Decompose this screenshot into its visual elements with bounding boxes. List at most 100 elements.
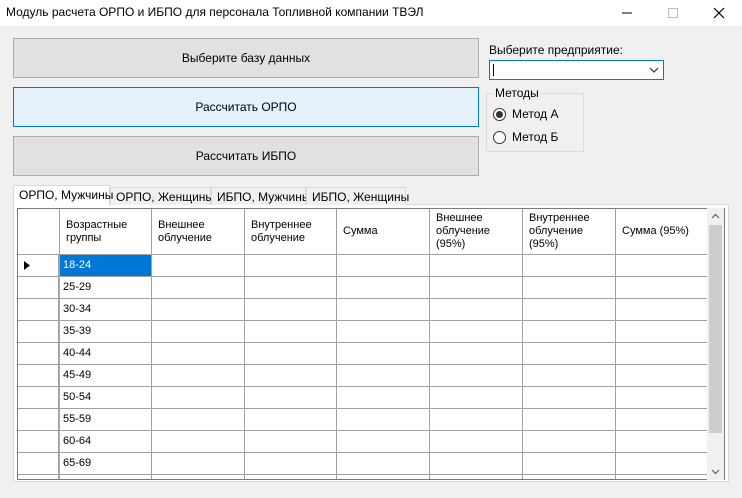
grid-cell[interactable] [152, 431, 245, 453]
age-group-cell[interactable]: 50-54 [60, 387, 152, 409]
close-button[interactable] [696, 0, 742, 26]
row-header[interactable] [18, 387, 59, 409]
vertical-scrollbar[interactable] [707, 208, 724, 480]
grid-cell[interactable] [337, 431, 430, 453]
age-group-cell[interactable]: 25-29 [60, 277, 152, 299]
grid-cell[interactable] [523, 475, 616, 479]
row-header[interactable] [18, 321, 59, 343]
grid-cell[interactable] [523, 387, 616, 409]
grid-cell[interactable] [245, 277, 337, 299]
grid-cell[interactable] [616, 431, 711, 453]
grid-cell[interactable] [245, 409, 337, 431]
scroll-down-icon[interactable] [711, 469, 720, 475]
grid-cell[interactable] [337, 409, 430, 431]
age-group-cell[interactable]: 60-64 [60, 431, 152, 453]
grid-cell[interactable] [523, 409, 616, 431]
column-header[interactable]: Внутреннее облучение (95%) [523, 209, 616, 255]
column-header[interactable]: Возрастные группы [60, 209, 152, 255]
grid-cell[interactable] [430, 365, 523, 387]
grid-cell[interactable] [430, 299, 523, 321]
grid-cell[interactable] [337, 343, 430, 365]
grid-cell[interactable] [337, 387, 430, 409]
grid-cell[interactable] [430, 475, 523, 479]
grid-cell[interactable] [245, 453, 337, 475]
maximize-button[interactable] [650, 0, 696, 26]
grid-cell[interactable] [523, 453, 616, 475]
grid-cell[interactable] [245, 365, 337, 387]
grid-cell[interactable] [245, 431, 337, 453]
grid-cell[interactable] [337, 277, 430, 299]
row-header[interactable] [18, 365, 59, 387]
grid-cell[interactable] [152, 343, 245, 365]
grid-cell[interactable] [616, 365, 711, 387]
grid-cell[interactable] [337, 299, 430, 321]
calculate-orpo-button[interactable]: Рассчитать ОРПО [13, 87, 479, 127]
grid-cell[interactable] [245, 321, 337, 343]
grid-cell[interactable] [523, 343, 616, 365]
row-header[interactable] [18, 453, 59, 475]
grid-cell[interactable] [616, 475, 711, 479]
method-b-radio[interactable]: Метод Б [493, 130, 558, 144]
row-header[interactable] [18, 409, 59, 431]
chevron-down-icon[interactable] [649, 66, 659, 74]
grid-cell[interactable] [616, 255, 711, 277]
grid-cell[interactable] [430, 321, 523, 343]
column-header[interactable]: Сумма (95%) [616, 209, 711, 255]
grid-cell[interactable] [616, 299, 711, 321]
row-header[interactable] [18, 299, 59, 321]
grid-cell[interactable] [245, 475, 337, 479]
grid-cell[interactable] [616, 453, 711, 475]
grid-cell[interactable] [152, 387, 245, 409]
radio-unchecked-icon[interactable] [493, 130, 506, 144]
column-header[interactable]: Внутреннее облучение [245, 209, 337, 255]
grid-cell[interactable] [152, 277, 245, 299]
grid-cell[interactable] [616, 387, 711, 409]
grid-cell[interactable] [430, 277, 523, 299]
grid-cell[interactable] [616, 409, 711, 431]
grid-cell[interactable] [430, 431, 523, 453]
scrollbar-thumb[interactable] [709, 225, 722, 433]
tab-ibpo-men[interactable]: ИБПО, Мужчины [211, 187, 311, 205]
grid-cell[interactable] [523, 321, 616, 343]
scroll-up-icon[interactable] [711, 213, 720, 219]
grid-cell[interactable] [616, 343, 711, 365]
grid-cell[interactable] [152, 475, 245, 479]
tab-ibpo-women[interactable]: ИБПО, Женщины [306, 187, 409, 205]
age-group-cell[interactable]: 18-24 [60, 255, 152, 277]
grid-cell[interactable] [430, 453, 523, 475]
column-header[interactable]: Внешнее облучение (95%) [430, 209, 523, 255]
grid-cell[interactable] [245, 387, 337, 409]
age-group-cell[interactable]: 40-44 [60, 343, 152, 365]
select-database-button[interactable]: Выберите базу данных [13, 38, 479, 78]
grid-cell[interactable] [152, 321, 245, 343]
age-group-cell[interactable]: 45-49 [60, 365, 152, 387]
age-group-cell[interactable]: 65-69 [60, 453, 152, 475]
grid-cell[interactable] [337, 365, 430, 387]
grid-cell[interactable] [430, 387, 523, 409]
grid-cell[interactable] [152, 299, 245, 321]
grid-cell[interactable] [523, 299, 616, 321]
grid-cell[interactable] [523, 277, 616, 299]
row-header[interactable] [18, 343, 59, 365]
grid-cell[interactable] [152, 255, 245, 277]
grid-cell[interactable] [430, 343, 523, 365]
grid-cell[interactable] [152, 453, 245, 475]
grid-cell[interactable] [523, 365, 616, 387]
grid-cell[interactable] [430, 409, 523, 431]
age-group-cell[interactable]: 35-39 [60, 321, 152, 343]
tab-orpo-women[interactable]: ОРПО, Женщины [110, 187, 214, 205]
grid-cell[interactable] [523, 255, 616, 277]
row-header[interactable] [18, 475, 59, 479]
grid-cell[interactable] [616, 277, 711, 299]
radio-checked-icon[interactable] [493, 107, 506, 121]
grid-cell[interactable] [337, 255, 430, 277]
grid-cell[interactable] [337, 453, 430, 475]
grid-cell[interactable] [616, 321, 711, 343]
grid-cell[interactable] [245, 255, 337, 277]
calculate-ibpo-button[interactable]: Рассчитать ИБПО [13, 136, 479, 176]
tab-orpo-men[interactable]: ОРПО, Мужчины [13, 185, 113, 206]
row-header[interactable] [18, 431, 59, 453]
row-header[interactable] [18, 277, 59, 299]
grid-cell[interactable] [152, 365, 245, 387]
method-a-radio[interactable]: Метод А [493, 107, 559, 121]
